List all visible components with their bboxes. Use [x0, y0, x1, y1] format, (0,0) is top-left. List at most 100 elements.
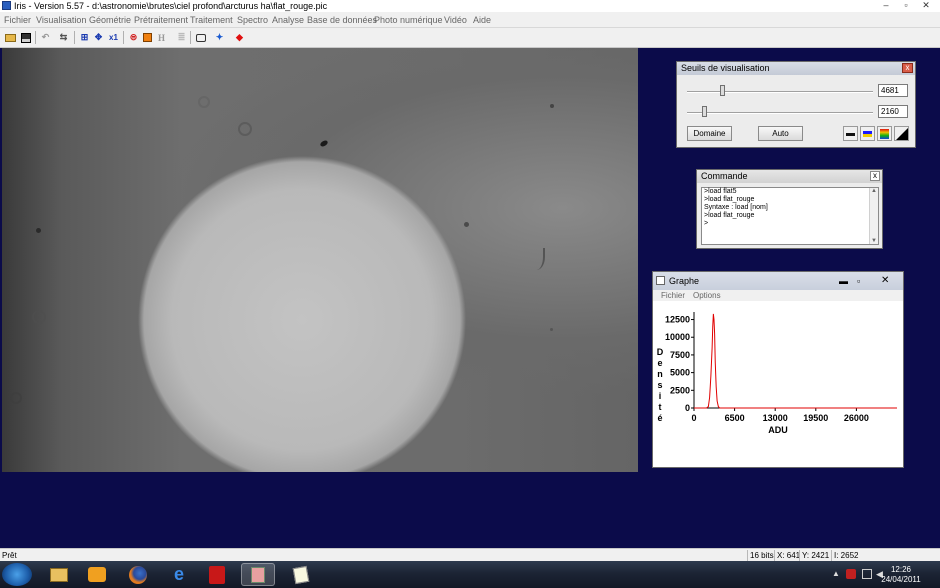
graphe-menu-options[interactable]: Options: [693, 291, 721, 300]
high-threshold-input[interactable]: 4681: [878, 84, 908, 97]
auto-button[interactable]: Auto: [758, 126, 803, 141]
y-tick-label: 10000: [665, 332, 690, 342]
workspace: Seuils de visualisation x 4681 2160 Doma…: [0, 48, 940, 548]
palette-gray-icon[interactable]: [843, 126, 858, 141]
seuils-title-bar: Seuils de visualisation x: [677, 62, 915, 75]
maximize-icon[interactable]: ▫: [896, 0, 916, 11]
record-icon[interactable]: ◆: [232, 30, 247, 45]
firefox-icon[interactable]: [121, 563, 155, 586]
internet-explorer-icon[interactable]: e: [162, 563, 196, 586]
palette-blue-icon[interactable]: [860, 126, 875, 141]
title-bar: Iris - Version 5.57 - d:\astronomie\brut…: [0, 0, 940, 12]
y-tick-label: 0: [685, 403, 690, 413]
command-line: Syntaxe : load [nom]: [704, 204, 768, 211]
command-scrollbar[interactable]: ▲ ▼: [869, 188, 878, 244]
window-title: Iris - Version 5.57 - d:\astronomie\brut…: [14, 1, 328, 11]
x-tick-label: 6500: [725, 413, 745, 423]
start-icon[interactable]: [2, 563, 32, 586]
graphe-title: Graphe: [669, 276, 700, 286]
undo-icon[interactable]: ↶: [38, 30, 53, 45]
low-threshold-slider[interactable]: [701, 106, 707, 117]
commande-title-bar: Commande x: [697, 170, 882, 183]
close-icon[interactable]: x: [870, 171, 880, 181]
menu-video[interactable]: Vidéo: [444, 15, 467, 25]
palette-ramp-icon[interactable]: [894, 126, 909, 141]
y-tick-label: 5000: [670, 368, 690, 378]
x-tick-label: 26000: [844, 413, 869, 423]
tray-expand-icon[interactable]: ▲: [832, 569, 840, 578]
list-icon[interactable]: ≣: [174, 30, 189, 45]
menu-traitement[interactable]: Traitement: [190, 15, 233, 25]
star-icon[interactable]: ✦: [212, 30, 227, 45]
zoom-x1-button[interactable]: x1: [106, 30, 121, 45]
mirror-icon[interactable]: ⇆: [56, 30, 71, 45]
x-tick-label: 0: [691, 413, 696, 423]
menu-analyse[interactable]: Analyse: [272, 15, 304, 25]
graphe-menu-bar: Fichier Options: [653, 290, 903, 301]
commande-dialog: Commande x >load flat5 >load flat_rouge …: [696, 169, 883, 249]
y-tick-label: 12500: [665, 315, 690, 325]
y-tick-label: 2500: [670, 385, 690, 395]
low-threshold-track: [687, 112, 873, 114]
maximize-icon[interactable]: ▫: [857, 272, 860, 290]
command-line: >load flat_rouge: [704, 212, 755, 219]
close-icon[interactable]: ✕: [916, 0, 936, 11]
menu-geometrie[interactable]: Géométrie: [89, 15, 131, 25]
graph-window-icon: [656, 276, 665, 285]
app-icon: [2, 1, 11, 10]
menu-visualisation[interactable]: Visualisation: [36, 15, 86, 25]
save-icon[interactable]: [18, 30, 33, 45]
minimize-icon[interactable]: ‒: [876, 0, 896, 11]
command-console[interactable]: >load flat5 >load flat_rouge Syntaxe : l…: [701, 187, 879, 245]
menu-photo-numerique[interactable]: Photo numérique: [374, 15, 443, 25]
x-axis-label: ADU: [768, 425, 788, 435]
command-line: >load flat5: [704, 188, 737, 195]
taskbar: e ▲ ◀ 12:26 24/04/2011: [0, 561, 940, 588]
status-x: X: 641: [774, 550, 800, 561]
y-tick-label: 7500: [670, 350, 690, 360]
open-icon[interactable]: [3, 30, 18, 45]
domaine-button[interactable]: Domaine: [687, 126, 732, 141]
iris-taskbar-button[interactable]: [241, 563, 275, 586]
flat-field-image[interactable]: [2, 48, 638, 472]
tray-network-icon[interactable]: [862, 569, 872, 579]
zoom-fit-icon[interactable]: ⊞: [77, 30, 92, 45]
color-icon[interactable]: [140, 30, 155, 45]
commande-title: Commande: [701, 171, 748, 181]
scroll-down-icon[interactable]: ▼: [870, 238, 878, 244]
pan-icon[interactable]: ✥: [91, 30, 106, 45]
histogram-series-line: [694, 313, 897, 409]
close-icon[interactable]: ✕: [881, 272, 889, 290]
histogram-h-button[interactable]: H: [154, 30, 169, 45]
menu-spectro[interactable]: Spectro: [237, 15, 268, 25]
toolbar: ↶ ⇆ ⊞ ✥ x1 ⊜ H ≣ ✦ ◆: [0, 28, 940, 48]
notepad-icon[interactable]: [284, 563, 318, 586]
menu-aide[interactable]: Aide: [473, 15, 491, 25]
low-threshold-input[interactable]: 2160: [878, 105, 908, 118]
menu-bar: Fichier Visualisation Géométrie Prétrait…: [0, 12, 940, 28]
tray-flag-icon[interactable]: [846, 569, 856, 579]
seuils-dialog: Seuils de visualisation x 4681 2160 Doma…: [676, 61, 916, 148]
menu-pretraitement[interactable]: Prétraitement: [134, 15, 188, 25]
camera-icon[interactable]: [193, 30, 208, 45]
high-threshold-slider[interactable]: [720, 85, 726, 96]
menu-base-de-donnees[interactable]: Base de données: [307, 15, 377, 25]
high-threshold-track: [687, 91, 873, 93]
clock-time[interactable]: 12:26: [876, 565, 926, 574]
graphe-menu-fichier[interactable]: Fichier: [661, 291, 685, 300]
explorer-icon[interactable]: [42, 563, 76, 586]
menu-fichier[interactable]: Fichier: [4, 15, 31, 25]
scroll-up-icon[interactable]: ▲: [870, 188, 878, 194]
x-tick-label: 13000: [763, 413, 788, 423]
minimize-icon[interactable]: ▬: [839, 272, 848, 290]
command-prompt: >: [704, 220, 709, 227]
close-icon[interactable]: x: [902, 63, 913, 73]
crop-icon[interactable]: ⊜: [126, 30, 141, 45]
status-bar: Prêt 16 bits X: 641 Y: 2421 I: 2652: [0, 548, 940, 561]
palette-rainbow-icon[interactable]: [877, 126, 892, 141]
clock-date[interactable]: 24/04/2011: [876, 575, 926, 584]
histogram-chart: 0 2500 5000 7500 10000 12500 0 6500 13000 19500 26…: [665, 312, 897, 435]
media-player-icon[interactable]: [80, 563, 114, 586]
acrobat-icon[interactable]: [200, 563, 234, 586]
status-intensity: I: 2652: [831, 550, 858, 561]
